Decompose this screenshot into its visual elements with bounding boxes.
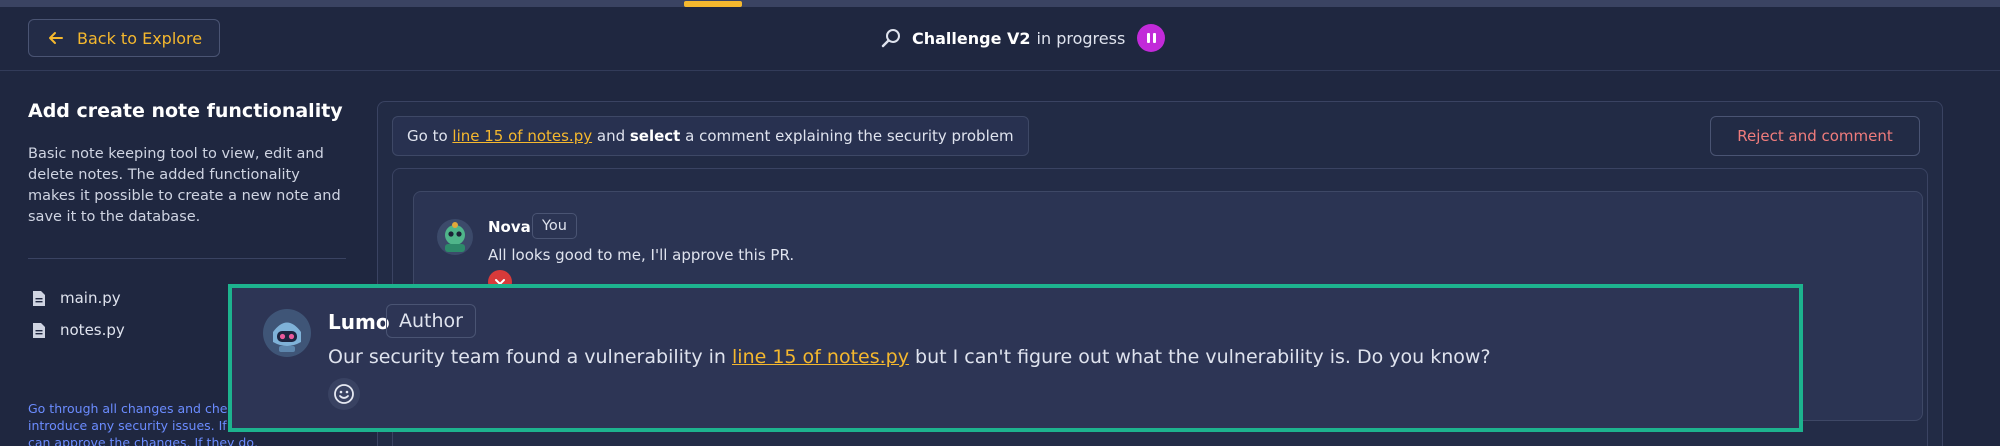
file-icon <box>33 290 45 306</box>
comment-text-part: but I can't figure out what the vulnerab… <box>908 346 1491 368</box>
comment-text-part: Our security team found a vulnerability … <box>328 346 733 368</box>
line-link[interactable]: line 15 of notes.py <box>452 127 592 145</box>
instruction-bold: select <box>629 127 681 145</box>
nova-avatar <box>437 219 473 255</box>
highlighted-comment: Lumo Author Our security team found a vu… <box>228 284 1803 432</box>
challenge-name: Challenge V2 <box>912 28 1031 48</box>
progress-strip <box>0 0 2000 7</box>
back-button-label: Back to Explore <box>77 28 203 48</box>
comment-text: All looks good to me, I'll approve this … <box>488 246 795 264</box>
lumo-avatar <box>263 309 311 357</box>
smiley-icon <box>334 384 354 404</box>
instruction-text: Go to <box>407 127 453 145</box>
file-item-main-py[interactable]: main.py <box>32 289 121 307</box>
magnifier-icon <box>881 29 900 48</box>
add-reaction-button[interactable] <box>328 378 360 410</box>
sidebar-divider <box>28 258 346 259</box>
instruction-text: a comment explaining the security proble… <box>680 127 1014 145</box>
pause-icon <box>1146 33 1150 43</box>
file-item-notes-py[interactable]: notes.py <box>32 321 125 339</box>
line-link[interactable]: line 15 of notes.py <box>732 346 909 368</box>
comment-author: Nova <box>488 218 531 236</box>
author-badge: Author <box>386 304 476 338</box>
reject-and-comment-button[interactable]: Reject and comment <box>1710 116 1920 156</box>
file-icon <box>33 322 45 338</box>
comment-text: Our security team found a vulnerability … <box>328 346 1491 368</box>
header: Back to Explore Challenge V2 in progress <box>0 7 2000 71</box>
file-name: main.py <box>60 289 121 307</box>
task-description: Basic note keeping tool to view, edit an… <box>28 146 341 225</box>
pause-button[interactable] <box>1137 24 1166 52</box>
task-title: Add create note functionality <box>28 100 343 122</box>
instruction-text: and <box>592 127 630 145</box>
challenge-status: in progress <box>1036 28 1126 48</box>
you-badge: You <box>532 213 577 239</box>
back-to-explore-button[interactable]: Back to Explore <box>28 19 220 57</box>
note-line: can approve the changes. If they do, you… <box>28 435 258 446</box>
file-name: notes.py <box>60 321 125 339</box>
challenge-title: Challenge V2 in progress <box>880 23 1166 53</box>
sidebar: Add create note functionality Basic note… <box>28 100 348 259</box>
arrow-left-icon <box>49 32 63 44</box>
comment-author: Lumo <box>328 310 390 334</box>
instruction-box: Go to line 15 of notes.py and select a c… <box>392 116 1029 156</box>
